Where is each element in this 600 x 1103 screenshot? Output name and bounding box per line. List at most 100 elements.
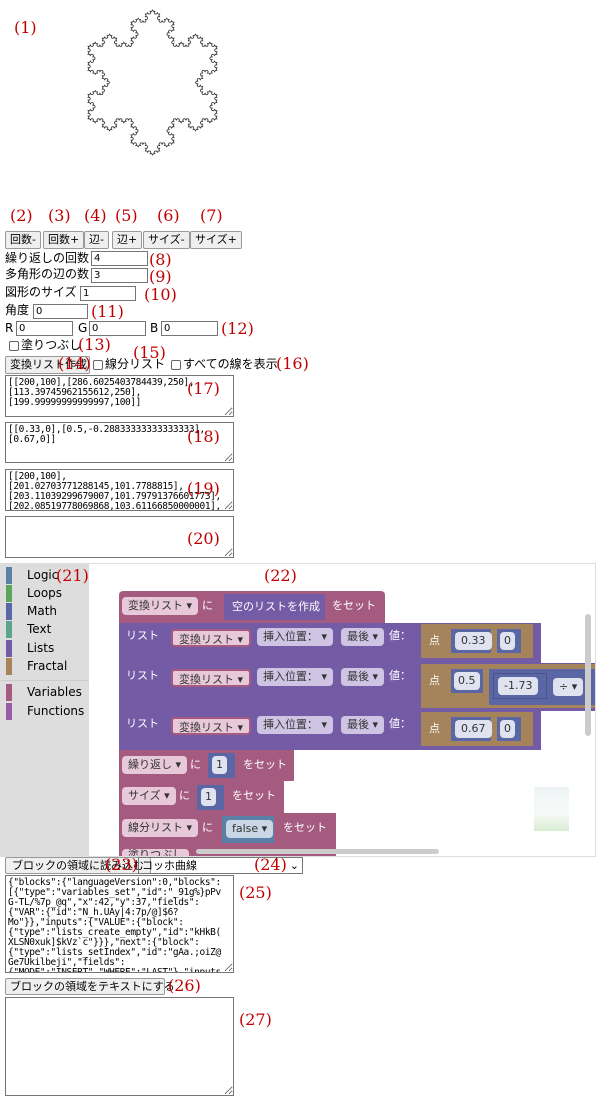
variable-dropdown[interactable]: 線分リスト ▾	[122, 819, 199, 837]
annotation-5: (5)	[115, 206, 138, 225]
number-field[interactable]: -1.73	[498, 677, 539, 695]
size-input[interactable]	[80, 286, 136, 301]
set-segment-list-block[interactable]: 線分リスト ▾ に false ▾ をセット	[119, 813, 336, 846]
number-field[interactable]: 1	[212, 756, 227, 774]
number-field[interactable]: 0	[500, 632, 515, 650]
arithmetic-block[interactable]: -1.73 ÷ ▾	[489, 669, 595, 705]
toolbox-loops[interactable]: Loops	[1, 584, 89, 602]
mode-dropdown[interactable]: 挿入位置： ▾	[257, 716, 334, 734]
point-block[interactable]: 点 0.33 0	[421, 624, 533, 658]
where-dropdown[interactable]: 最後 ▾	[341, 668, 385, 686]
annotation-6: (6)	[157, 206, 180, 225]
vertical-scrollbar[interactable]	[585, 614, 591, 736]
size-minus-button[interactable]: サイズ-	[143, 231, 190, 249]
sides-input[interactable]	[91, 268, 148, 283]
number-block[interactable]: 1	[197, 785, 224, 810]
toolbox-math[interactable]: Math	[1, 602, 89, 620]
list-insert-block[interactable]: リスト 変換リスト ▾ 挿入位置： ▾ 最後 ▾ 値： 点 0.67 0	[119, 711, 541, 750]
angle-label: 角度	[5, 303, 30, 317]
number-block[interactable]: -1.73	[493, 673, 547, 699]
toolbox-variables[interactable]: Variables	[1, 683, 89, 701]
annotation-21: (21)	[56, 566, 89, 585]
annotation-19: (19)	[187, 479, 220, 498]
blocks-to-text-button[interactable]: ブロックの領域をテキストにする	[5, 978, 175, 995]
mode-dropdown[interactable]: 挿入位置： ▾	[257, 628, 334, 646]
category-color-icon	[6, 658, 12, 675]
operator-dropdown[interactable]: ÷ ▾	[553, 678, 584, 696]
number-block[interactable]: 0.33	[451, 629, 492, 653]
angle-input[interactable]	[33, 304, 88, 319]
number-block[interactable]: 0	[497, 717, 521, 741]
block-text: をセット	[332, 599, 376, 612]
category-color-icon	[6, 621, 12, 638]
variable-dropdown[interactable]: 変換リスト ▾	[122, 597, 199, 615]
block-text: リスト	[126, 629, 159, 642]
side-minus-button[interactable]: 辺-	[84, 231, 109, 249]
annotation-9: (9)	[149, 267, 172, 286]
number-block[interactable]: 0	[497, 629, 521, 653]
annotation-22: (22)	[264, 566, 297, 585]
number-block[interactable]: 0.67	[451, 717, 492, 741]
toolbox-label: Variables	[27, 685, 82, 699]
toolbox-lists[interactable]: Lists	[1, 639, 89, 657]
set-size-block[interactable]: サイズ ▾ に 1 をセット	[119, 781, 284, 813]
horizontal-scrollbar[interactable]	[196, 849, 439, 854]
side-plus-button[interactable]: 辺+	[112, 231, 143, 249]
mode-dropdown[interactable]: 挿入位置： ▾	[257, 668, 334, 686]
fill-checkbox[interactable]	[9, 341, 19, 351]
annotation-1: (1)	[14, 18, 37, 37]
create-empty-list-block[interactable]: 空のリストを作成	[224, 594, 325, 620]
size-plus-button[interactable]: サイズ+	[190, 231, 242, 249]
block-text: に	[190, 758, 201, 771]
g-input[interactable]	[89, 321, 146, 336]
where-dropdown[interactable]: 最後 ▾	[341, 716, 385, 734]
set-repeat-block[interactable]: 繰り返し ▾ に 1 をセット	[119, 750, 294, 781]
toolbox-fractal[interactable]: Fractal	[1, 657, 89, 675]
show-all-lines-checkbox[interactable]	[171, 360, 181, 370]
toolbox-text[interactable]: Text	[1, 620, 89, 638]
toolbox-functions[interactable]: Functions	[1, 702, 89, 720]
number-field[interactable]: 0.5	[454, 672, 480, 690]
block-text: 点	[429, 634, 440, 647]
number-block[interactable]: 0.5	[451, 669, 483, 693]
annotation-18: (18)	[187, 427, 220, 446]
where-dropdown[interactable]: 最後 ▾	[341, 628, 385, 646]
trashcan-icon[interactable]	[534, 787, 569, 831]
number-block[interactable]: 1	[208, 753, 235, 778]
annotation-25: (25)	[239, 883, 272, 902]
block-text: リスト	[126, 717, 159, 730]
variable-dropdown[interactable]: サイズ ▾	[122, 787, 176, 805]
list-insert-block[interactable]: リスト 変換リスト ▾ 挿入位置： ▾ 最後 ▾ 値： 点 0.5 -1.73 …	[119, 663, 595, 711]
block-text: 値：	[389, 717, 411, 730]
list-insert-block[interactable]: リスト 変換リスト ▾ 挿入位置： ▾ 最後 ▾ 値： 点 0.33 0	[119, 623, 541, 663]
repeat-label: 繰り返しの回数	[5, 251, 90, 265]
point-block[interactable]: 点 0.67 0	[421, 712, 533, 746]
repeat-input[interactable]	[91, 251, 148, 266]
block-text: に	[202, 599, 213, 612]
output-textarea[interactable]	[5, 997, 234, 1096]
size-label: 図形のサイズ	[5, 285, 77, 299]
number-field[interactable]: 0.33	[455, 632, 492, 650]
toolbox-label: Math	[27, 604, 58, 618]
number-field[interactable]: 0.67	[455, 720, 492, 738]
boolean-dropdown[interactable]: false ▾	[226, 820, 274, 838]
r-input[interactable]	[16, 321, 73, 336]
annotation-16: (16)	[276, 354, 309, 373]
blocks-json-textarea[interactable]	[5, 875, 234, 973]
variable-dropdown[interactable]: 変換リスト ▾	[171, 717, 252, 735]
variable-dropdown[interactable]: 変換リスト ▾	[171, 669, 252, 687]
point-block[interactable]: 点 0.5 -1.73 ÷ ▾	[421, 664, 595, 708]
variable-dropdown[interactable]: 変換リスト ▾	[171, 629, 252, 647]
variable-dropdown[interactable]: 繰り返し ▾	[122, 756, 188, 774]
count-minus-button[interactable]: 回数-	[5, 231, 41, 249]
segment-list-checkbox[interactable]	[93, 360, 103, 370]
number-field[interactable]: 0	[500, 720, 515, 738]
b-input[interactable]	[161, 321, 218, 336]
category-color-icon	[6, 567, 12, 584]
number-field[interactable]: 1	[201, 788, 216, 806]
blockly-workspace[interactable]: Logic Loops Math Text Lists Fractal Vari…	[0, 563, 596, 857]
set-transform-list-block[interactable]: 変換リスト ▾ に 空のリストを作成 をセット	[119, 591, 385, 623]
block-text: をセット	[232, 789, 276, 802]
count-plus-button[interactable]: 回数+	[43, 231, 85, 249]
boolean-block[interactable]: false ▾	[222, 816, 274, 843]
